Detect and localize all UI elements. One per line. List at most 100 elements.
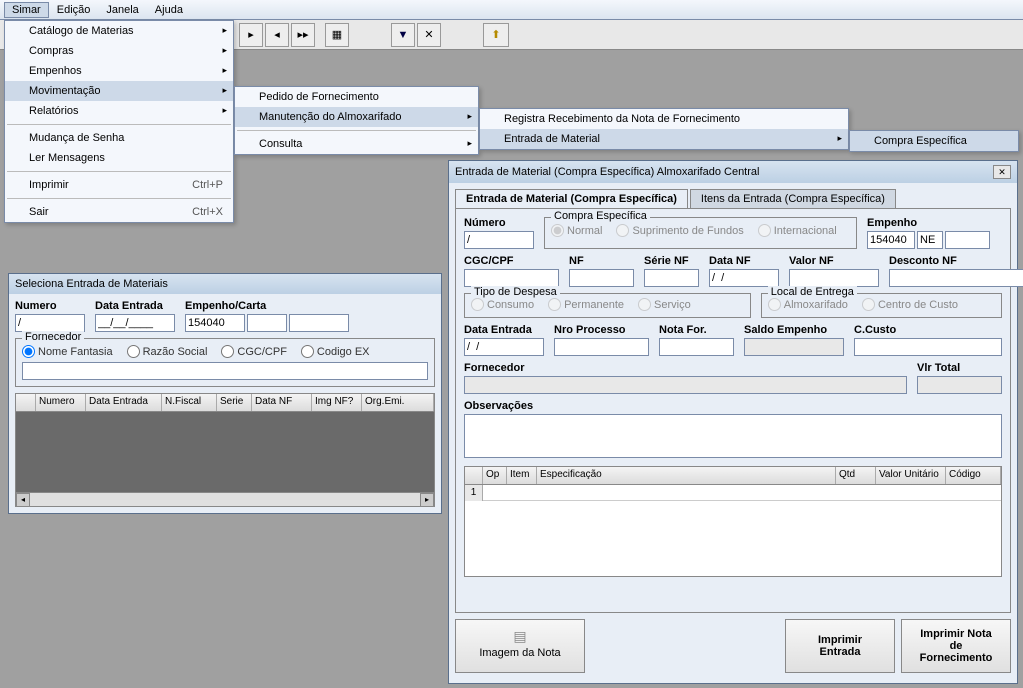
input-numero[interactable]	[15, 314, 85, 332]
menu-simar[interactable]: Simar	[4, 2, 49, 18]
th2-qtd[interactable]: Qtd	[836, 467, 876, 484]
dropdown-movimentacao: Pedido de Fornecimento Manutenção do Alm…	[234, 86, 479, 155]
input-vlrtotal	[917, 376, 1002, 394]
input-empenho2-1[interactable]	[867, 231, 915, 249]
th2-item[interactable]: Item	[507, 467, 537, 484]
menu-compras[interactable]: Compras	[5, 41, 233, 61]
toolbar-exit[interactable]: ⬆	[483, 23, 509, 47]
input-empenho-2[interactable]	[247, 314, 287, 332]
menu-registra-recebimento[interactable]: Registra Recebimento da Nota de Fornecim…	[480, 109, 848, 129]
tab-entrada[interactable]: Entrada de Material (Compra Específica)	[455, 189, 688, 208]
window-select-title-text: Seleciona Entrada de Materiais	[15, 278, 168, 290]
input-empenho2-2[interactable]	[917, 231, 943, 249]
input-empenho-1[interactable]	[185, 314, 245, 332]
label-notafor: Nota For.	[659, 324, 734, 336]
input-desconto[interactable]	[889, 269, 1023, 287]
menu-relatorios[interactable]: Relatórios	[5, 101, 233, 121]
input-numero2[interactable]	[464, 231, 534, 249]
menubar: Simar Edição Janela Ajuda	[0, 0, 1023, 20]
th2-op[interactable]: Op	[483, 467, 507, 484]
toolbar-calendar[interactable]: ▦	[325, 23, 349, 47]
scroll-left[interactable]: ◂	[16, 493, 30, 507]
menu-ler-mensagens[interactable]: Ler Mensagens	[5, 148, 233, 168]
input-data-entrada2[interactable]	[464, 338, 544, 356]
dropdown-simar: Catálogo de Materias Compras Empenhos Mo…	[4, 20, 234, 223]
radio-razao-social[interactable]: Razão Social	[127, 345, 208, 358]
toolbar-nav-last[interactable]: ▸▸	[291, 23, 315, 47]
th2-valor[interactable]: Valor Unitário	[876, 467, 946, 484]
th-blank[interactable]	[16, 394, 36, 411]
menu-compra-especifica[interactable]: Compra Específica	[850, 131, 1018, 151]
btn-imagem-nota[interactable]: ▤ Imagem da Nota	[455, 619, 585, 673]
radio-codigo-ex[interactable]: Codigo EX	[301, 345, 370, 358]
input-fornec	[464, 376, 907, 394]
menu-catalogo[interactable]: Catálogo de Materias	[5, 21, 233, 41]
menu-edicao[interactable]: Edição	[49, 2, 99, 18]
label-numero: Numero	[15, 300, 85, 312]
label-nroproc: Nro Processo	[554, 324, 649, 336]
th-imgnf[interactable]: Img NF?	[312, 394, 362, 411]
radio-nome-fantasia[interactable]: Nome Fantasia	[22, 345, 113, 358]
label-data-entrada: Data Entrada	[95, 300, 175, 312]
th2-espec[interactable]: Especificação	[537, 467, 836, 484]
label-obs: Observações	[464, 400, 1002, 412]
label-valornf: Valor NF	[789, 255, 879, 267]
label-desconto: Desconto NF	[889, 255, 1023, 267]
menu-mudanca-senha[interactable]: Mudança de Senha	[5, 128, 233, 148]
tab-itens[interactable]: Itens da Entrada (Compra Específica)	[690, 189, 896, 208]
window-entrada-material: Entrada de Material (Compra Específica) …	[448, 160, 1018, 684]
th-data-entrada[interactable]: Data Entrada	[86, 394, 162, 411]
input-notafor[interactable]	[659, 338, 734, 356]
scrollbar-h[interactable]: ◂ ▸	[16, 492, 434, 506]
menu-sair[interactable]: SairCtrl+X	[5, 202, 233, 222]
btn-imprimir-nota[interactable]: Imprimir Nota de Fornecimento	[901, 619, 1011, 673]
th-datanf[interactable]: Data NF	[252, 394, 312, 411]
toolbar-clear[interactable]: ✕	[417, 23, 441, 47]
menu-imprimir[interactable]: ImprimirCtrl+P	[5, 175, 233, 195]
input-fornecedor-search[interactable]	[22, 362, 428, 380]
input-saldoemp	[744, 338, 844, 356]
label-ccusto: C.Custo	[854, 324, 1002, 336]
btn-imprimir-entrada[interactable]: Imprimir Entrada	[785, 619, 895, 673]
table-itens: Op Item Especificação Qtd Valor Unitário…	[464, 466, 1002, 577]
menu-janela[interactable]: Janela	[98, 2, 146, 18]
th-serie[interactable]: Serie	[217, 394, 252, 411]
label-cgc: CGC/CPF	[464, 255, 559, 267]
toolbar-nav-next[interactable]: ▸	[239, 23, 263, 47]
radio-suprimento: Suprimento de Fundos	[616, 224, 743, 237]
label-fornec: Fornecedor	[464, 362, 907, 374]
th-nfiscal[interactable]: N.Fiscal	[162, 394, 217, 411]
menu-pedido-fornecimento[interactable]: Pedido de Fornecimento	[235, 87, 478, 107]
input-nroproc[interactable]	[554, 338, 649, 356]
group-local-entrega: Local de Entrega	[768, 286, 857, 298]
th-orgemi[interactable]: Org.Emi.	[362, 394, 434, 411]
dropdown-entrada: Compra Específica	[849, 130, 1019, 152]
input-valornf[interactable]	[789, 269, 879, 287]
input-empenho2-3[interactable]	[945, 231, 990, 249]
menu-ajuda[interactable]: Ajuda	[147, 2, 191, 18]
radio-cgc-cpf[interactable]: CGC/CPF	[221, 345, 287, 358]
table-entradas: Numero Data Entrada N.Fiscal Serie Data …	[15, 393, 435, 507]
window-close-button[interactable]: ✕	[993, 165, 1011, 179]
input-cgc[interactable]	[464, 269, 559, 287]
th-numero[interactable]: Numero	[36, 394, 86, 411]
menu-entrada-material[interactable]: Entrada de Material	[480, 129, 848, 149]
input-empenho-3[interactable]	[289, 314, 349, 332]
menu-manutencao-almox[interactable]: Manutenção do Almoxarifado	[235, 107, 478, 127]
input-ccusto[interactable]	[854, 338, 1002, 356]
input-datanf[interactable]	[709, 269, 779, 287]
row-num: 1	[465, 485, 483, 501]
input-nf[interactable]	[569, 269, 634, 287]
input-obs[interactable]	[464, 414, 1002, 458]
toolbar-nav-prev[interactable]: ◂	[265, 23, 289, 47]
scroll-right[interactable]: ▸	[420, 493, 434, 507]
toolbar-filter[interactable]: ▼	[391, 23, 415, 47]
menu-empenhos[interactable]: Empenhos	[5, 61, 233, 81]
window-entrada-title-text: Entrada de Material (Compra Específica) …	[455, 166, 759, 178]
th2-blank[interactable]	[465, 467, 483, 484]
th2-codigo[interactable]: Código	[946, 467, 1001, 484]
menu-movimentacao[interactable]: Movimentação	[5, 81, 233, 101]
menu-consulta[interactable]: Consulta	[235, 134, 478, 154]
input-serienf[interactable]	[644, 269, 699, 287]
input-data-entrada[interactable]	[95, 314, 175, 332]
